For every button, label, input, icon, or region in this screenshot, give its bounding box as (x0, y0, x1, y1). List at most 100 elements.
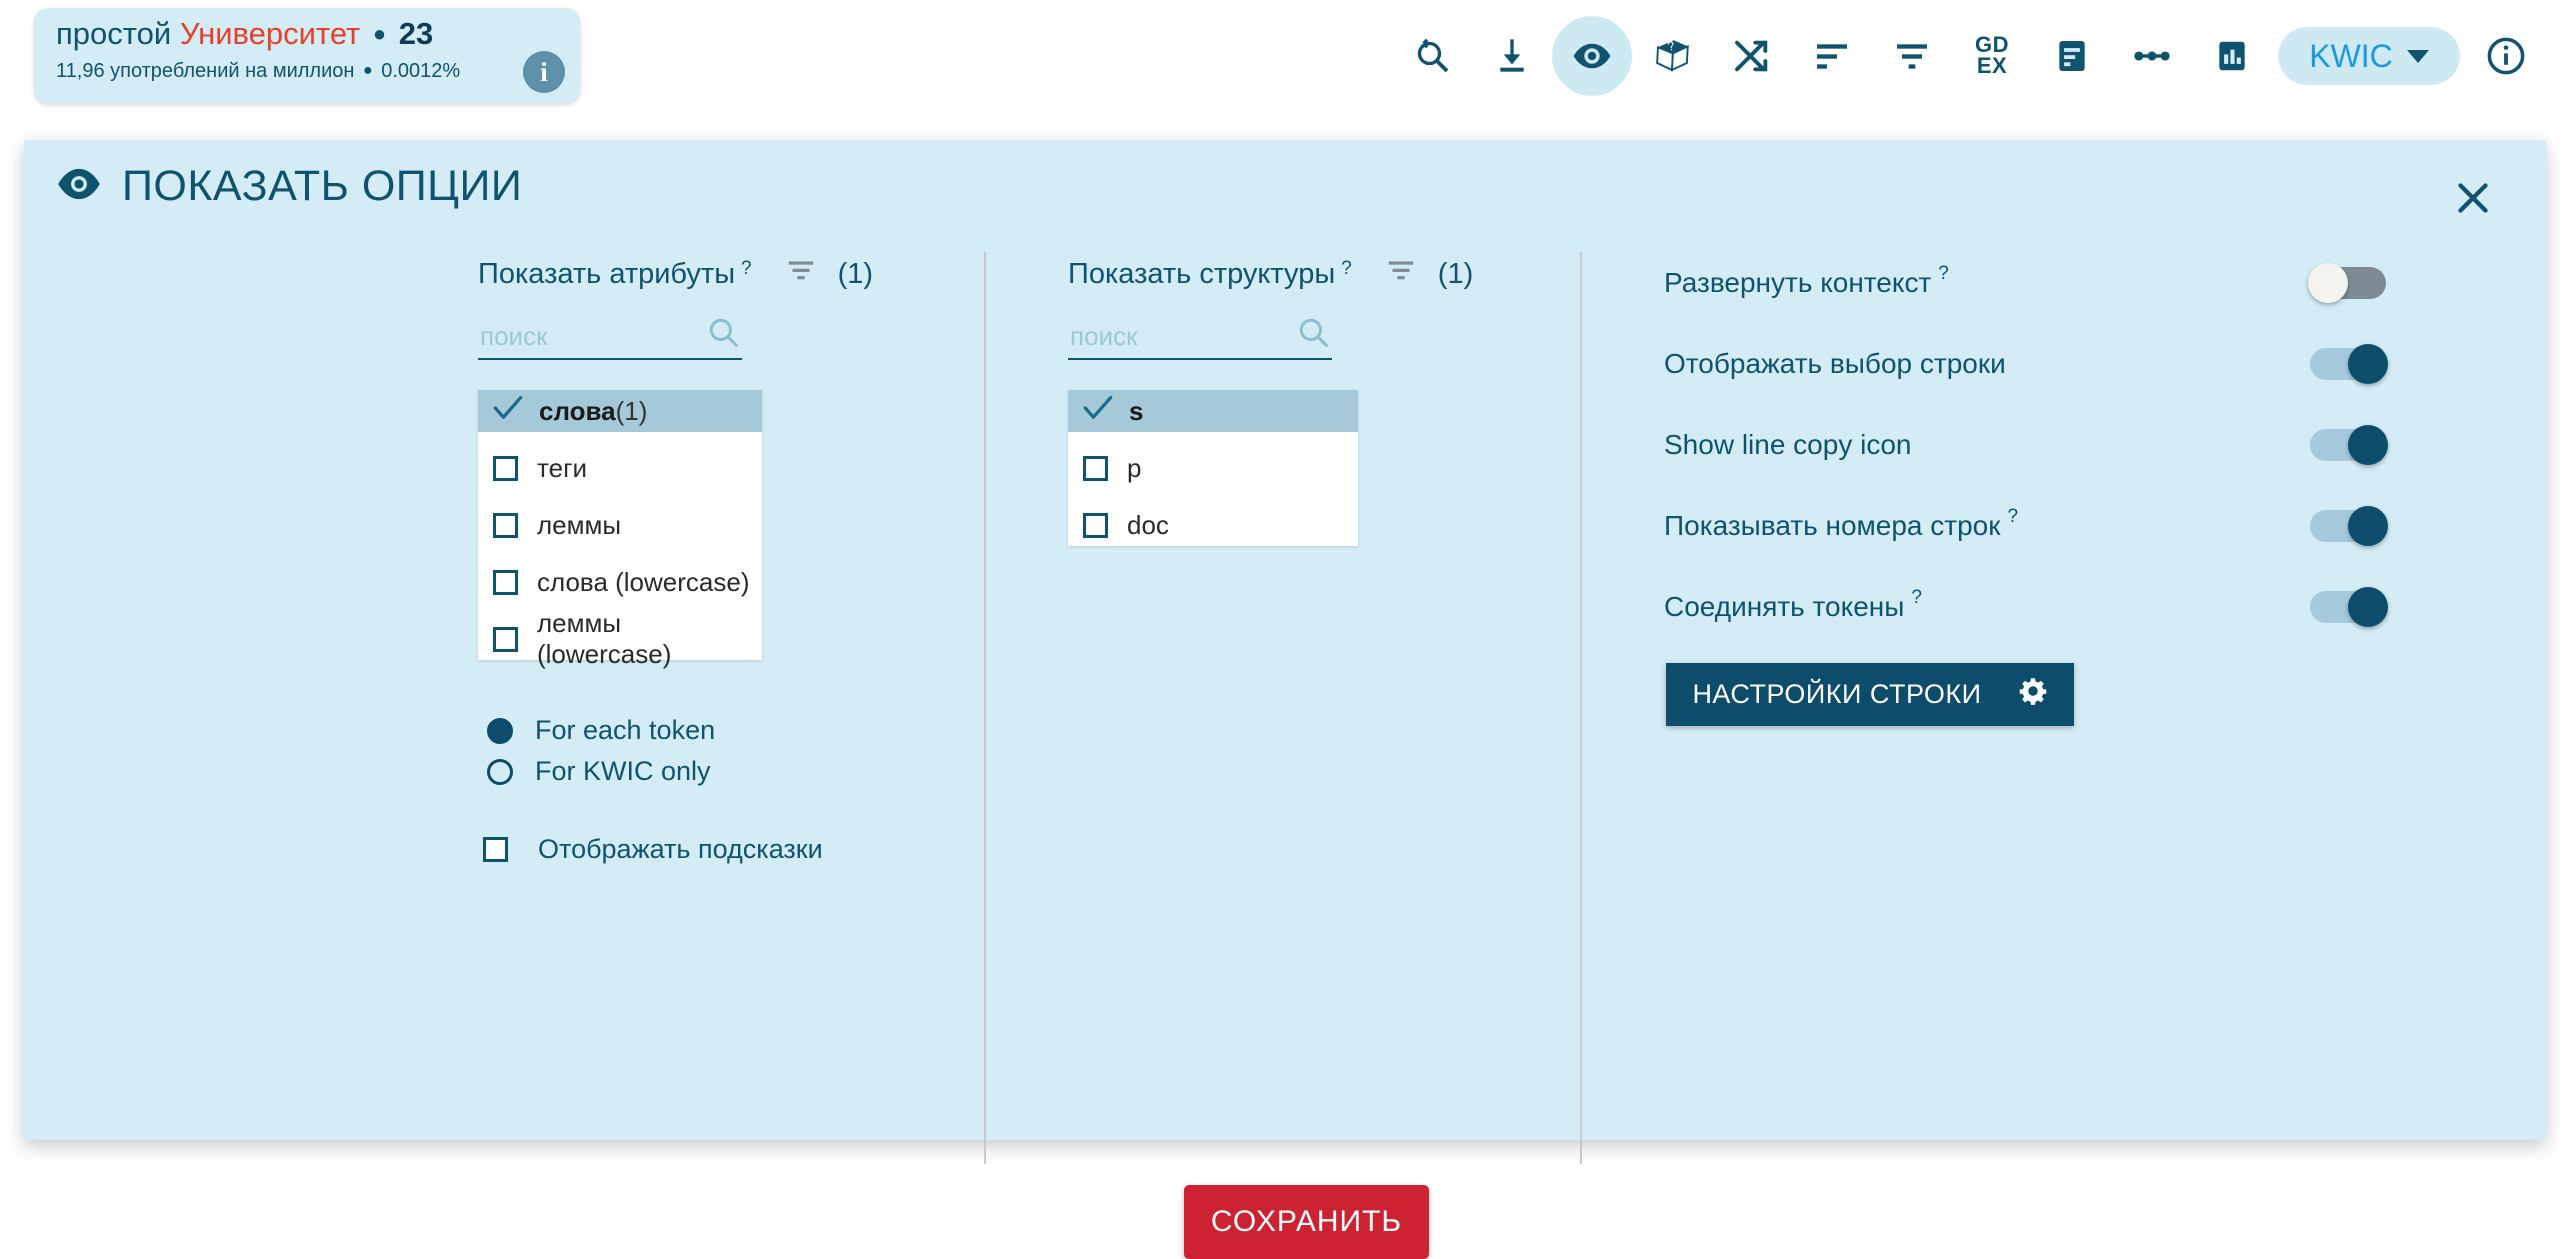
structures-header: Показать структуры ? (1) (1068, 258, 1546, 291)
checkbox[interactable] (493, 626, 518, 652)
chart-icon[interactable] (2192, 16, 2272, 96)
toggle-show-line-selection[interactable] (2310, 343, 2388, 384)
radio-for-kwic-only[interactable]: For KWIC only (478, 751, 948, 792)
help-marker[interactable]: ? (1341, 258, 1352, 280)
checkbox[interactable] (493, 455, 518, 481)
save-button[interactable]: СОХРАНИТЬ (1184, 1185, 1429, 1259)
attributes-column: Показать атрибуты ? (1) поиск слова (1) … (478, 258, 948, 865)
frequency-text: 11,96 употреблений на миллион (56, 60, 355, 82)
checkbox[interactable] (1083, 512, 1108, 538)
page-title: ПОКАЗАТЬ ОПЦИИ (122, 162, 523, 210)
show-tooltips-row[interactable]: Отображать подсказки (478, 834, 948, 865)
search-icon[interactable] (706, 315, 740, 354)
list-item[interactable]: теги (478, 447, 762, 489)
structures-heading: Показать структуры (1068, 258, 1336, 290)
filter-icon[interactable] (1386, 259, 1416, 286)
option-show-line-numbers: Показывать номера строк ? (1664, 501, 2504, 550)
checkbox[interactable] (483, 837, 508, 862)
list-item-count: (1) (615, 395, 648, 426)
word-summary-card: простой Университет ● 23 11,96 употребле… (34, 8, 580, 103)
eye-icon (56, 167, 102, 206)
column-divider-1 (984, 252, 986, 1164)
gdex-icon[interactable]: GD EX (1952, 16, 2032, 96)
option-show-line-copy-icon: Show line copy icon (1664, 420, 2504, 469)
toggle-show-line-numbers[interactable] (2310, 505, 2388, 546)
structures-column: Показать структуры ? (1) поиск s p doc (1068, 258, 1546, 561)
attributes-listbox: слова (1) теги леммы слова (lowercase) л… (478, 390, 762, 669)
checkbox[interactable] (1083, 455, 1108, 481)
option-show-line-selection: Отображать выбор строки (1664, 339, 2504, 388)
radio-label: For KWIC only (535, 756, 711, 786)
list-item-label: леммы (537, 509, 622, 540)
check-icon (493, 395, 523, 428)
percent-text: 0.0012% (381, 60, 461, 82)
list-item[interactable]: doc (1068, 504, 1358, 546)
info-letter: i (540, 56, 548, 87)
toggle-knob (2348, 343, 2388, 384)
help-marker[interactable]: ? (2008, 506, 2019, 528)
toggle-knob (2348, 505, 2388, 546)
radio-icon (487, 717, 513, 744)
radio-icon (487, 758, 513, 785)
structures-count: (1) (1437, 258, 1474, 290)
list-item[interactable]: p (1068, 447, 1358, 489)
gdex-line-2: EX (1976, 53, 2008, 78)
attributes-heading: Показать атрибуты (478, 258, 736, 290)
toggle-expand-context[interactable] (2308, 262, 2386, 303)
filter-icon[interactable] (1872, 16, 1952, 96)
eye-icon[interactable] (1552, 16, 1632, 96)
option-join-tokens: Соединять токены ? (1664, 582, 2504, 631)
option-expand-context: Развернуть контекст ? (1664, 258, 2504, 307)
save-button-label: СОХРАНИТЬ (1210, 1205, 1403, 1238)
shuffle-icon[interactable] (1712, 16, 1792, 96)
list-item-label: doc (1127, 509, 1169, 540)
structures-listbox: s p doc (1068, 390, 1358, 546)
option-label: Показывать номера строк (1664, 509, 2001, 541)
list-item-label: s (1129, 395, 1144, 426)
sort-icon[interactable] (1792, 16, 1872, 96)
attributes-count: (1) (837, 258, 874, 290)
toggle-knob (2348, 424, 2388, 465)
view-mode-selector[interactable]: KWIC (2278, 27, 2460, 85)
list-item[interactable]: s (1068, 390, 1358, 432)
list-item-label: p (1127, 452, 1142, 483)
collocation-icon[interactable] (2112, 16, 2192, 96)
row-settings-button[interactable]: НАСТРОЙКИ СТРОКИ (1666, 663, 2074, 726)
option-label: Show line copy icon (1664, 428, 1912, 460)
search-input[interactable] (478, 319, 688, 353)
help-marker[interactable]: ? (741, 258, 752, 280)
list-item-label: слова (lowercase) (537, 566, 750, 597)
list-item[interactable]: леммы (lowercase) (478, 608, 762, 669)
info-icon[interactable]: i (523, 51, 565, 93)
gear-icon (2018, 676, 2048, 713)
search-history-icon[interactable] (1392, 16, 1472, 96)
checkbox[interactable] (493, 512, 518, 538)
radio-for-each-token[interactable]: For each token (478, 710, 948, 751)
download-icon[interactable] (1472, 16, 1552, 96)
word-frequency-line: 11,96 употреблений на миллион ● 0.0012% (56, 60, 460, 83)
search-input[interactable] (1068, 319, 1278, 353)
checkbox[interactable] (493, 569, 518, 595)
help-marker[interactable]: ? (1938, 263, 1949, 285)
show-tooltips-label: Отображать подсказки (538, 834, 823, 864)
option-label: Отображать выбор строки (1664, 347, 2006, 379)
lemma-text: простой (56, 16, 172, 51)
attributes-search-row (478, 314, 742, 360)
list-item[interactable]: слова (1) (478, 390, 762, 432)
close-icon[interactable] (2448, 173, 2498, 223)
toggle-knob (2308, 262, 2348, 303)
question-box-icon[interactable]: ? (1632, 16, 1712, 96)
list-item[interactable]: слова (lowercase) (478, 561, 762, 603)
toolbar: ? GD EX KWIC (1392, 6, 2546, 106)
filter-icon[interactable] (786, 259, 816, 286)
list-item[interactable]: леммы (478, 504, 762, 546)
options-column: Развернуть контекст ? Отображать выбор с… (1664, 258, 2504, 726)
top-bar: простой Университет ● 23 11,96 употребле… (0, 0, 2572, 118)
document-icon[interactable] (2032, 16, 2112, 96)
toggle-show-line-copy-icon[interactable] (2310, 424, 2388, 465)
toggle-join-tokens[interactable] (2310, 586, 2388, 627)
separator-dot: ● (372, 21, 387, 46)
info-circle-icon[interactable] (2466, 16, 2546, 96)
search-icon[interactable] (1296, 315, 1330, 354)
help-marker[interactable]: ? (1911, 587, 1922, 609)
